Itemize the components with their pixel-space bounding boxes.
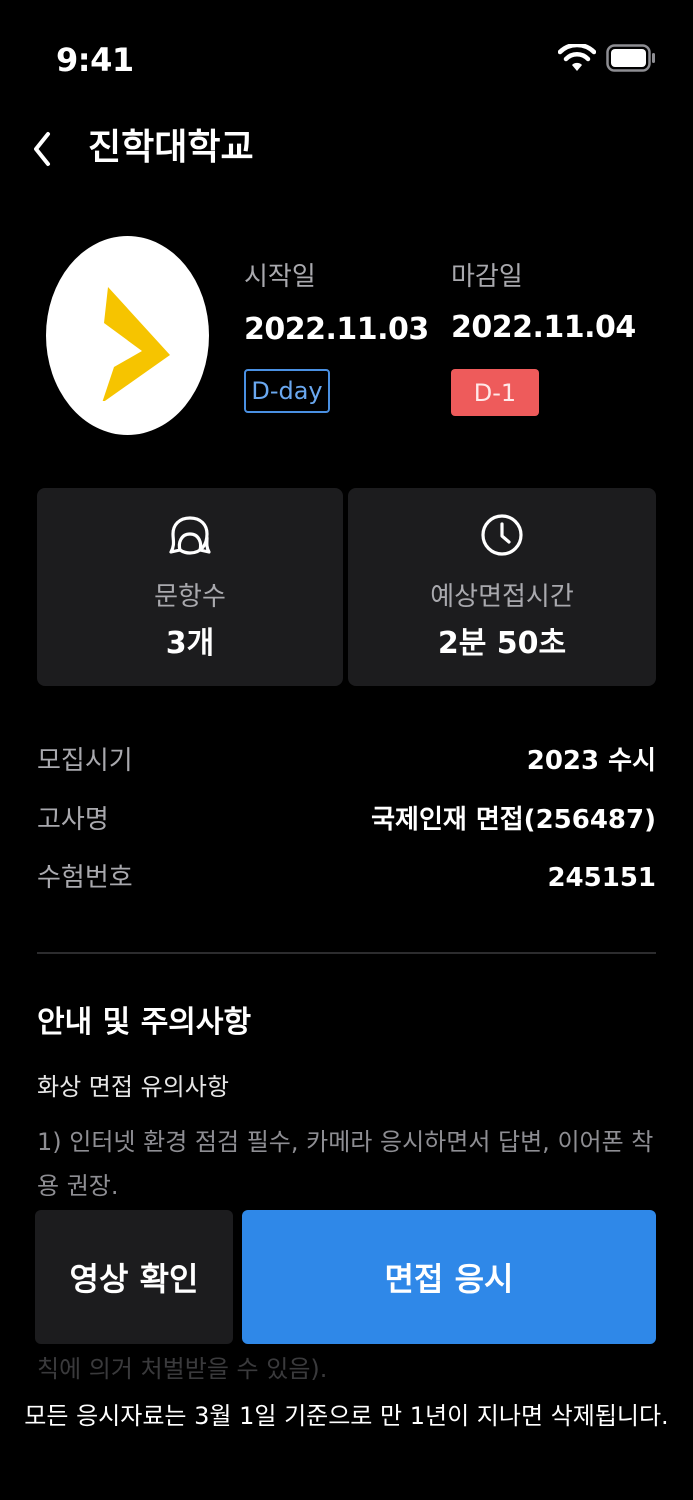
exam-number-value: 245151: [547, 863, 656, 893]
question-count-label: 문항수: [154, 582, 226, 612]
page-title: 진학대학교: [88, 127, 254, 168]
chat-bubbles-icon: [169, 516, 211, 555]
end-date-label: 마감일: [451, 262, 523, 292]
back-button[interactable]: [26, 126, 66, 172]
notice-body: 1) 인터넷 환경 점검 필수, 카메라 응시하면서 답변, 이어폰 착용 권장…: [37, 1128, 654, 1200]
wifi-icon: [558, 44, 596, 71]
end-dday-badge: D-1: [451, 369, 539, 416]
university-logo: [46, 236, 209, 435]
start-dday-badge: D-day: [244, 369, 330, 413]
notice-section-title: 안내 및 주의사항: [37, 1005, 252, 1040]
question-count-value: 3개: [165, 626, 215, 661]
take-interview-button[interactable]: 면접 응시: [242, 1210, 656, 1344]
end-date-value: 2022.11.04: [451, 310, 636, 345]
recruit-period-label: 모집시기: [37, 746, 133, 776]
clock-icon: [481, 514, 523, 556]
recruit-period-value: 2023 수시: [526, 746, 656, 776]
notice-title: 화상 면접 유의사항: [37, 1073, 229, 1101]
start-date-label: 시작일: [244, 262, 316, 292]
exam-number-label: 수험번호: [37, 863, 133, 893]
estimated-time-card: 예상면접시간 2분 50초: [348, 488, 656, 686]
divider: [37, 952, 656, 954]
start-date-value: 2022.11.03: [244, 312, 429, 347]
battery-icon: [606, 44, 655, 72]
view-video-button[interactable]: 영상 확인: [35, 1210, 233, 1344]
notice-tail: 칙에 의거 처벌받을 수 있음).: [37, 1355, 328, 1383]
status-time: 9:41: [56, 41, 134, 79]
exam-name-label: 고사명: [37, 805, 109, 835]
retention-notice: 모든 응시자료는 3월 1일 기준으로 만 1년이 지나면 삭제됩니다.: [24, 1402, 669, 1430]
chevron-logo-icon: [102, 286, 170, 401]
estimated-time-value: 2분 50초: [437, 626, 567, 661]
question-count-card: 문항수 3개: [37, 488, 343, 686]
estimated-time-label: 예상면접시간: [430, 582, 574, 612]
exam-name-value: 국제인재 면접(256487): [371, 805, 656, 835]
